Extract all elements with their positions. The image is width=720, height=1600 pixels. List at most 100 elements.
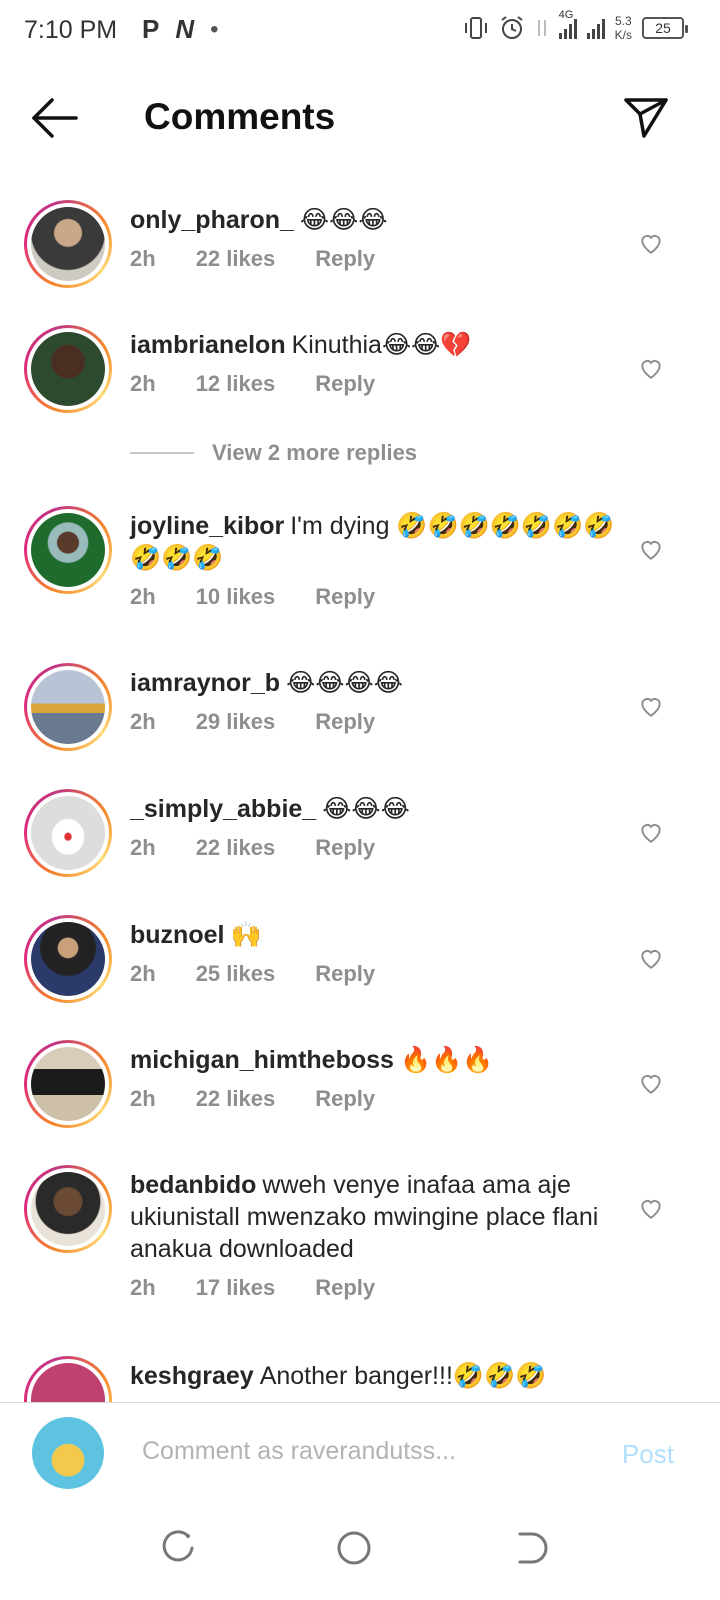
comment-time: 2h <box>130 961 156 986</box>
home-circle-icon <box>337 1531 371 1565</box>
heart-icon[interactable] <box>638 230 664 256</box>
comment-input[interactable] <box>142 1431 582 1471</box>
data-arrows-icon <box>537 20 546 36</box>
p-app-icon: P <box>142 14 160 44</box>
avatar[interactable] <box>24 1165 112 1253</box>
home-button[interactable] <box>334 1528 374 1568</box>
comment-likes[interactable]: 29 likes <box>196 709 276 735</box>
status-system-icons: 4G 5.3 K/s 25 <box>463 9 688 42</box>
comments-list[interactable]: only_pharon_ 😂😂😂 2h 22 likes Reply iambri… <box>0 190 720 1402</box>
avatar[interactable] <box>24 325 112 413</box>
reply-button[interactable]: Reply <box>315 584 375 610</box>
n-app-icon: N <box>175 14 195 44</box>
reply-button[interactable]: Reply <box>315 1275 375 1301</box>
paper-plane-icon <box>624 98 668 138</box>
comment-item: bedanbido wweh venye inafaa ama aje ukiun… <box>0 1165 720 1325</box>
heart-icon[interactable] <box>638 1195 664 1221</box>
network-type: 4G <box>558 9 574 21</box>
reply-button[interactable]: Reply <box>315 709 375 735</box>
avatar[interactable] <box>24 663 112 751</box>
comments-header: Comments <box>0 64 720 174</box>
comment-username[interactable]: keshgraey <box>130 1362 254 1390</box>
comment-item: joyline_kibor I'm dying 🤣🤣🤣🤣🤣🤣🤣🤣🤣🤣 2h 10 … <box>0 506 720 646</box>
alarm-icon <box>501 16 523 39</box>
comment-time: 2h <box>130 1275 156 1300</box>
reply-button[interactable]: Reply <box>315 246 375 272</box>
share-button[interactable] <box>622 94 670 142</box>
comment-item: iambrianelon Kinuthia😂😂💔 2h 12 likes Repl… <box>0 325 720 425</box>
avatar[interactable] <box>24 506 112 594</box>
comment-compose-bar: Post <box>0 1402 720 1500</box>
comment-username[interactable]: only_pharon_ <box>130 206 294 234</box>
comment-item: keshgraey Another banger!!!🤣🤣🤣 <box>0 1356 720 1402</box>
comment-item: _simply_abbie_ 😂😂😂 2h 22 likes Reply <box>0 789 720 889</box>
view-more-replies-label: View 2 more replies <box>212 440 418 465</box>
heart-icon[interactable] <box>638 1070 664 1096</box>
reply-button[interactable]: Reply <box>315 835 375 861</box>
comment-username[interactable]: _simply_abbie_ <box>130 795 316 823</box>
comment-item: buznoel 🙌 2h 25 likes Reply <box>0 915 720 1015</box>
back-button[interactable] <box>28 96 80 140</box>
net-speed: 5.3 K/s <box>615 14 632 42</box>
comment-username[interactable]: michigan_himtheboss <box>130 1046 394 1074</box>
comment-likes[interactable]: 22 likes <box>196 835 276 861</box>
view-more-replies-button[interactable]: View 2 more replies <box>130 440 417 466</box>
reply-button[interactable]: Reply <box>315 1086 375 1112</box>
comment-item: iamraynor_b 😂😂😂😂 2h 29 likes Reply <box>0 663 720 763</box>
arrow-left-icon <box>32 98 78 138</box>
comment-username[interactable]: iambrianelon <box>130 331 286 359</box>
comment-text: 🔥🔥🔥 <box>399 1046 494 1074</box>
avatar[interactable] <box>24 789 112 877</box>
battery-level: 25 <box>655 20 671 36</box>
battery-icon: 25 <box>642 17 688 39</box>
comment-text: 😂😂😂 <box>322 795 410 823</box>
comment-likes[interactable]: 22 likes <box>196 1086 276 1112</box>
comment-text: 🙌 <box>230 921 262 949</box>
recent-apps-icon <box>162 1530 194 1562</box>
comment-likes[interactable]: 22 likes <box>196 246 276 272</box>
comment-likes[interactable]: 12 likes <box>196 371 276 397</box>
net-speed-value: 5.3 <box>614 14 632 28</box>
signal-4g-icon: 4G <box>558 9 577 39</box>
vibrate-icon <box>464 17 487 39</box>
comment-username[interactable]: iamraynor_b <box>130 669 280 697</box>
comment-time: 2h <box>130 835 156 860</box>
back-nav-icon <box>518 1532 548 1564</box>
comment-time: 2h <box>130 371 156 396</box>
heart-icon[interactable] <box>638 819 664 845</box>
post-button[interactable]: Post <box>622 1439 674 1470</box>
heart-icon[interactable] <box>638 536 664 562</box>
avatar[interactable] <box>24 1356 112 1402</box>
reply-button[interactable]: Reply <box>315 961 375 987</box>
my-avatar <box>32 1417 104 1489</box>
status-bar: 7:10 PM P N • 4G 5.3 K/s 25 <box>0 0 720 64</box>
heart-icon[interactable] <box>638 355 664 381</box>
avatar[interactable] <box>24 200 112 288</box>
comment-likes[interactable]: 10 likes <box>196 584 276 610</box>
system-nav-bar <box>0 1500 720 1600</box>
comment-time: 2h <box>130 246 156 271</box>
comment-username[interactable]: buznoel <box>130 921 224 949</box>
comment-username[interactable]: joyline_kibor <box>130 512 284 540</box>
page-title: Comments <box>144 96 336 137</box>
comment-item: michigan_himtheboss 🔥🔥🔥 2h 22 likes Reply <box>0 1040 720 1140</box>
comment-text: 😂😂😂 <box>299 206 388 234</box>
status-time: 7:10 PM <box>24 16 118 44</box>
comment-text: Kinuthia😂😂💔 <box>291 331 472 359</box>
heart-icon[interactable] <box>638 945 664 971</box>
avatar[interactable] <box>24 915 112 1003</box>
more-notifications-icon: • <box>210 15 219 43</box>
comment-time: 2h <box>130 1086 156 1111</box>
reply-button[interactable]: Reply <box>315 371 375 397</box>
status-notification-icons: P N • <box>142 14 219 45</box>
avatar[interactable] <box>24 1040 112 1128</box>
comment-likes[interactable]: 17 likes <box>196 1275 276 1301</box>
comment-likes[interactable]: 25 likes <box>196 961 276 987</box>
comment-item: only_pharon_ 😂😂😂 2h 22 likes Reply <box>0 200 720 300</box>
heart-icon[interactable] <box>638 693 664 719</box>
back-nav-button[interactable] <box>510 1528 550 1568</box>
recent-apps-button[interactable] <box>158 1528 198 1568</box>
signal-bars-2-icon <box>586 17 605 39</box>
comment-username[interactable]: bedanbido <box>130 1171 256 1199</box>
comment-time: 2h <box>130 709 156 734</box>
